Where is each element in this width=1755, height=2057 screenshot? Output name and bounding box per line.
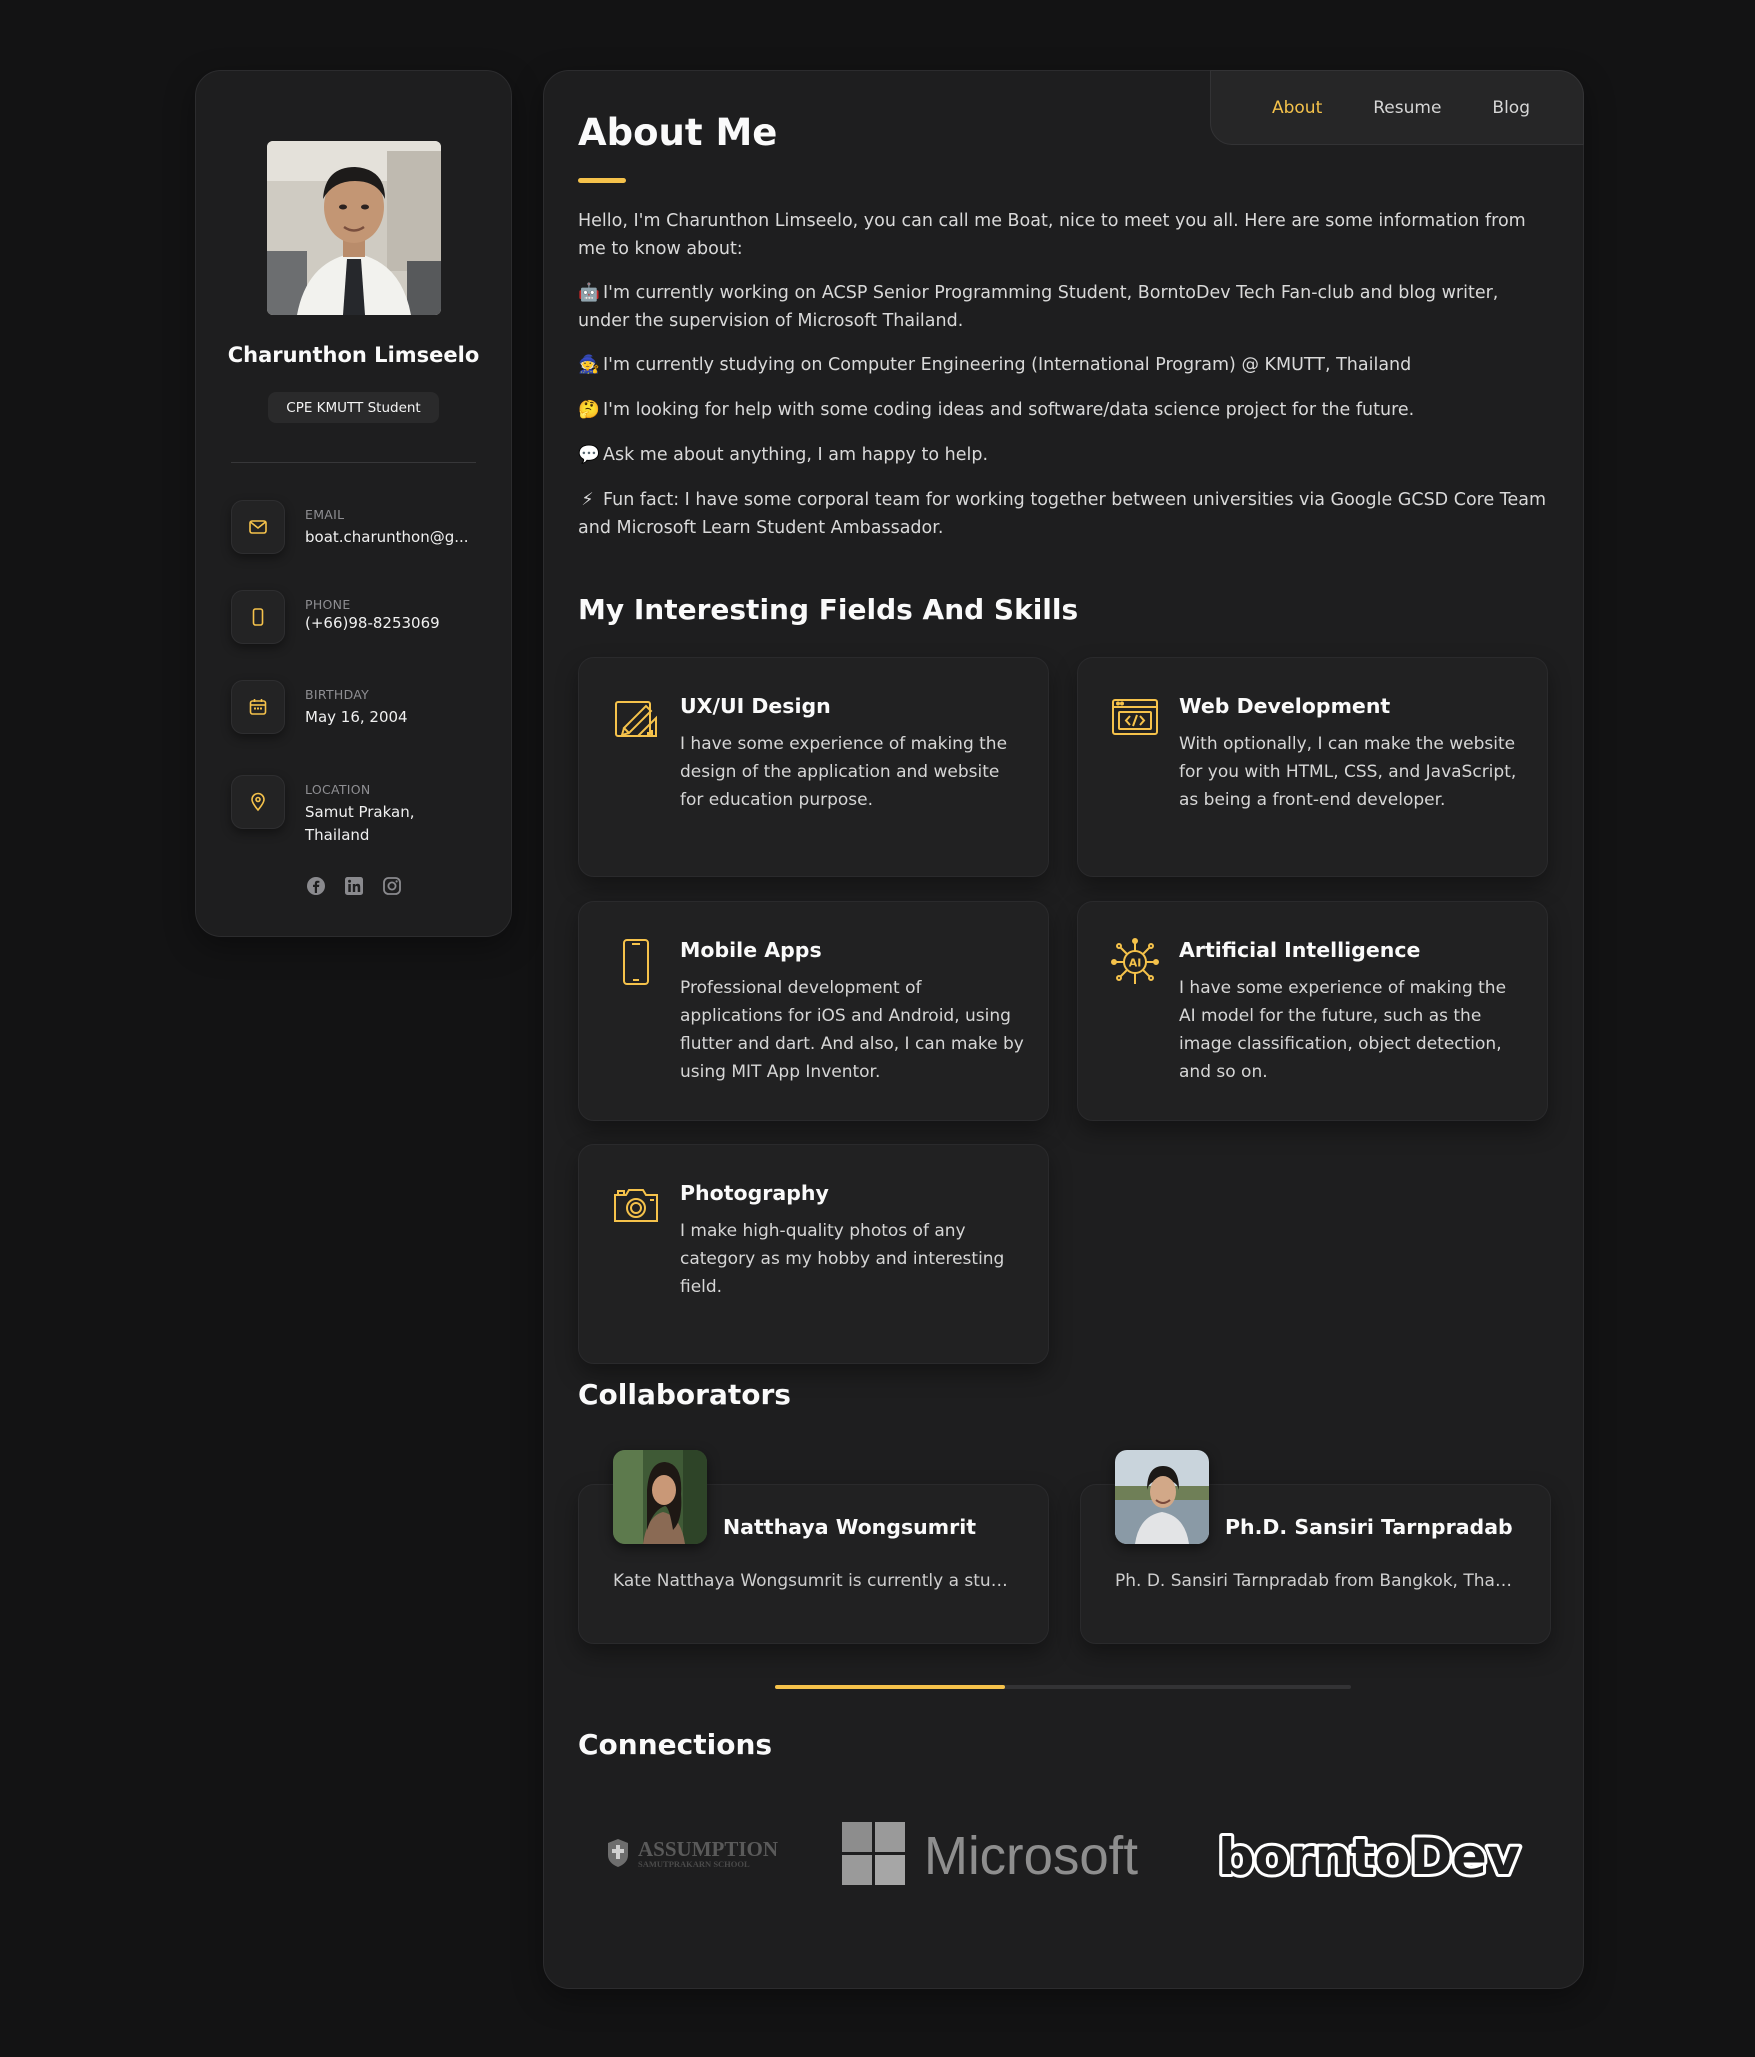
- collaborators-scrollbar[interactable]: [775, 1685, 1351, 1689]
- skill-description: I have some experience of making the des…: [680, 734, 1008, 810]
- contact-birthday: BIRTHDAY May 16, 2004: [231, 680, 491, 734]
- skill-description: Professional development of applications…: [680, 978, 1024, 1082]
- about-item-study: 🧙 I'm currently studying on Computer Engi…: [578, 351, 1549, 379]
- connections-heading: Connections: [578, 1728, 773, 1761]
- social-links: [196, 876, 511, 896]
- assumption-logo-text: ASSUMPTION: [638, 1837, 778, 1861]
- collaborators-heading: Collaborators: [578, 1378, 791, 1411]
- main-content: About Resume Blog About Me Hello, I'm Ch…: [543, 70, 1584, 1989]
- location-pin-icon: [231, 775, 285, 829]
- skill-description: I have some experience of making the AI …: [1179, 978, 1507, 1082]
- contact-label: LOCATION: [305, 782, 371, 797]
- top-navbar: About Resume Blog: [1210, 70, 1584, 145]
- borntodev-logo-text: borntoDev: [1218, 1828, 1520, 1886]
- design-pencil-ruler-icon: [612, 694, 660, 742]
- contact-phone: PHONE (+66)98-8253069: [231, 590, 491, 644]
- microsoft-logo[interactable]: Microsoft: [842, 1820, 1142, 1890]
- nav-blog[interactable]: Blog: [1492, 98, 1530, 118]
- contact-label: PHONE: [305, 597, 351, 612]
- code-window-icon: [1111, 694, 1159, 742]
- robot-emoji-icon: 🤖: [578, 283, 600, 303]
- collaborator-photo: [1115, 1450, 1209, 1544]
- location-value: Samut Prakan, Thailand: [305, 803, 415, 844]
- about-item-funfact: ⚡ Fun fact: I have some corporal team for…: [578, 486, 1549, 542]
- collaborator-name: Natthaya Wongsumrit: [723, 1515, 977, 1539]
- mail-icon: [231, 500, 285, 554]
- speech-bubble-icon: 💬: [578, 445, 600, 465]
- title-underline: [578, 178, 626, 183]
- contact-label: EMAIL: [305, 507, 345, 522]
- skill-card-photography: Photography I make high-quality photos o…: [578, 1144, 1049, 1364]
- collaborator-description: Ph. D. Sansiri Tarnpradab from Bangkok, …: [1115, 1571, 1516, 1591]
- skill-title: Mobile Apps: [680, 938, 822, 962]
- scrollbar-thumb[interactable]: [775, 1685, 1006, 1689]
- phone-link[interactable]: (+66)98-8253069: [305, 614, 440, 632]
- microsoft-logo-text: Microsoft: [924, 1826, 1138, 1886]
- instagram-icon[interactable]: [382, 876, 402, 896]
- skill-card-ai: AI Artificial Intelligence I have some e…: [1077, 901, 1548, 1121]
- skill-title: UX/UI Design: [680, 694, 831, 718]
- collaborator-card[interactable]: Natthaya Wongsumrit Kate Natthaya Wongsu…: [578, 1450, 1049, 1644]
- nav-about[interactable]: About: [1272, 98, 1322, 118]
- skill-card-mobile: Mobile Apps Professional development of …: [578, 901, 1049, 1121]
- mobile-phone-icon: [612, 938, 660, 986]
- profile-avatar: [267, 141, 441, 315]
- skill-title: Artificial Intelligence: [1179, 938, 1421, 962]
- linkedin-icon[interactable]: [344, 876, 364, 896]
- camera-icon: [612, 1181, 660, 1229]
- thinking-emoji-icon: 🤔: [578, 400, 600, 420]
- about-item-help: 🤔 I'm looking for help with some coding i…: [578, 396, 1549, 424]
- borntodev-logo[interactable]: borntoDev borntoDev: [1214, 1820, 1534, 1890]
- skill-description: With optionally, I can make the website …: [1179, 734, 1517, 810]
- skill-title: Photography: [680, 1181, 829, 1205]
- skills-heading: My Interesting Fields And Skills: [578, 593, 1079, 626]
- ai-chip-icon: AI: [1111, 938, 1159, 986]
- birthday-value: May 16, 2004: [305, 708, 408, 726]
- about-item-work: 🤖 I'm currently working on ACSP Senior Pr…: [578, 279, 1549, 335]
- email-link[interactable]: boat.charunthon@g...: [305, 526, 469, 549]
- skill-title: Web Development: [1179, 694, 1391, 718]
- collaborator-name: Ph.D. Sansiri Tarnpradab: [1225, 1515, 1513, 1539]
- svg-text:AI: AI: [1129, 957, 1142, 970]
- profile-name: Charunthon Limseelo: [227, 343, 480, 367]
- contact-email: EMAIL boat.charunthon@g...: [231, 500, 491, 554]
- assumption-logo[interactable]: ASSUMPTION SAMUTPRAKARN SCHOOL: [604, 1833, 784, 1877]
- skill-card-uxui: UX/UI Design I have some experience of m…: [578, 657, 1049, 877]
- about-intro: Hello, I'm Charunthon Limseelo, you can …: [578, 211, 1526, 259]
- nav-resume[interactable]: Resume: [1373, 98, 1441, 118]
- calendar-icon: [231, 680, 285, 734]
- sidebar-divider: [231, 462, 476, 463]
- facebook-icon[interactable]: [306, 876, 326, 896]
- collaborator-description: Kate Natthaya Wongsumrit is currently a …: [613, 1571, 1014, 1591]
- contact-location: LOCATION Samut Prakan, Thailand: [231, 775, 491, 847]
- lightning-icon: ⚡: [581, 490, 594, 510]
- profile-sidebar: Charunthon Limseelo CPE KMUTT Student EM…: [195, 70, 512, 937]
- phone-icon: [231, 590, 285, 644]
- skill-card-web: Web Development With optionally, I can m…: [1077, 657, 1548, 877]
- about-item-ask: 💬 Ask me about anything, I am happy to he…: [578, 441, 1549, 469]
- skill-description: I make high-quality photos of any catego…: [680, 1221, 1005, 1297]
- collaborator-card[interactable]: Ph.D. Sansiri Tarnpradab Ph. D. Sansiri …: [1080, 1450, 1551, 1644]
- collaborator-photo: [613, 1450, 707, 1544]
- profile-title-badge: CPE KMUTT Student: [268, 392, 439, 423]
- page-title: About Me: [578, 111, 778, 154]
- contact-label: BIRTHDAY: [305, 687, 370, 702]
- wizard-emoji-icon: 🧙: [578, 355, 600, 375]
- assumption-logo-subtext: SAMUTPRAKARN SCHOOL: [638, 1859, 750, 1869]
